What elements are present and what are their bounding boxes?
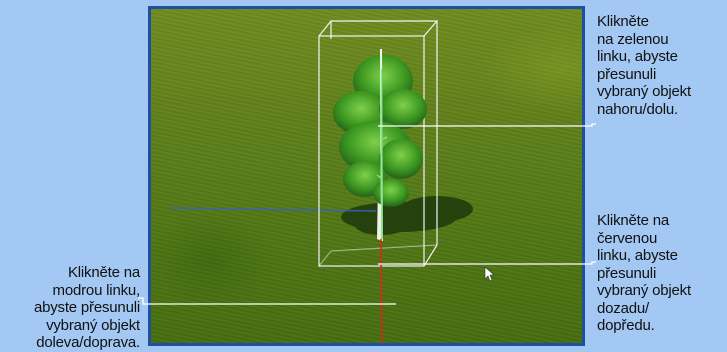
callout-text: vybraný objekt xyxy=(46,316,140,334)
scene-canvas xyxy=(168,20,495,346)
game-viewport[interactable] xyxy=(148,6,585,346)
callout-text: červenou xyxy=(597,229,658,247)
red-axis-line[interactable] xyxy=(380,238,383,346)
callout-blue-line: Klikněte na modrou linku, abyste přesunu… xyxy=(0,264,140,352)
tree-shadow xyxy=(341,196,473,235)
callout-text: linku, abyste xyxy=(597,48,678,65)
callout-text: doleva/doprava. xyxy=(36,334,140,351)
callout-text: přesunuli xyxy=(597,264,657,282)
callout-green-line: Klikněte na zelenou linku, abyste přesun… xyxy=(597,13,727,118)
callout-text: vybraný objekt xyxy=(597,282,691,299)
callout-text: Klikněte na xyxy=(67,264,140,281)
callout-text: linku, abyste xyxy=(597,247,678,264)
callout-text: na zelenou xyxy=(597,30,669,48)
mouse-cursor-icon xyxy=(484,266,495,282)
callout-text: Klikněte na xyxy=(597,212,670,229)
callout-text: dozadu/ xyxy=(597,299,649,317)
callout-text: dopředu. xyxy=(597,317,655,334)
callout-text: nahoru/dolu. xyxy=(597,100,679,118)
callout-text: přesunuli xyxy=(597,65,657,83)
callout-text: modrou linku, xyxy=(52,281,141,299)
callout-text: Klikněte xyxy=(597,13,649,30)
callout-text: abyste přesunuli xyxy=(33,299,140,316)
blue-axis-line[interactable] xyxy=(168,207,377,212)
callout-text: vybraný objekt xyxy=(597,83,691,100)
callout-red-line: Klikněte na červenou linku, abyste přesu… xyxy=(597,212,727,335)
